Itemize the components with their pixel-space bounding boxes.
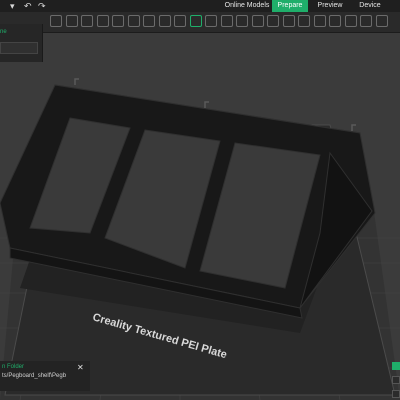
place-face-icon[interactable] — [220, 15, 233, 27]
notification-toast: n Folder ts/Pegboard_shelf\Pegb ✕ — [0, 361, 90, 391]
lay-flat-icon[interactable] — [127, 15, 140, 27]
delete-icon[interactable] — [65, 15, 78, 27]
scale-icon[interactable] — [205, 15, 217, 27]
tab-device[interactable]: Device — [352, 0, 388, 12]
redo-icon[interactable]: ↷ — [38, 0, 46, 12]
move-icon[interactable] — [174, 15, 186, 27]
undo-icon[interactable]: ↶ — [24, 0, 32, 12]
settings-icon[interactable] — [375, 15, 388, 27]
assembly-icon[interactable] — [313, 15, 326, 27]
measure-icon[interactable] — [298, 15, 310, 27]
orient-icon[interactable] — [96, 15, 109, 27]
split-icon[interactable] — [158, 15, 171, 27]
notification-title[interactable]: n Folder — [2, 364, 24, 370]
grid-icon[interactable] — [81, 15, 93, 27]
text-icon[interactable] — [329, 15, 341, 27]
support-paint-icon[interactable] — [251, 15, 264, 27]
object-list-panel: ne — [0, 24, 43, 62]
cut-icon[interactable] — [236, 15, 248, 27]
variable-layer-icon[interactable] — [143, 15, 155, 27]
tab-prepare[interactable]: Prepare — [272, 0, 308, 12]
rotate-icon[interactable] — [189, 15, 202, 27]
color-paint-icon[interactable] — [282, 15, 295, 27]
object-list-item-2[interactable] — [0, 42, 38, 54]
arrange-icon[interactable] — [112, 15, 124, 27]
notification-path: ts/Pegboard_shelf\Pegb — [2, 373, 67, 379]
object-list-item[interactable]: ne — [0, 26, 42, 38]
side-toolbar-button-2[interactable] — [392, 390, 400, 398]
side-toolbar-button-active[interactable] — [392, 362, 400, 370]
3d-viewport[interactable]: Creality Textured PEI Plate — [0, 33, 400, 400]
slice-icon[interactable] — [360, 15, 372, 27]
close-icon[interactable]: ✕ — [77, 363, 84, 372]
add-icon[interactable] — [50, 15, 62, 27]
tab-online-models[interactable]: Online Models — [224, 0, 270, 12]
dropdown-icon[interactable]: ▾ — [10, 0, 15, 12]
tab-preview[interactable]: Preview — [312, 0, 348, 12]
seam-paint-icon[interactable] — [267, 15, 279, 27]
side-toolbar-button[interactable] — [392, 376, 400, 384]
top-bar: ▾ ↶ ↷ Online Models Prepare Preview Devi… — [0, 0, 400, 12]
view-icon[interactable] — [344, 15, 357, 27]
